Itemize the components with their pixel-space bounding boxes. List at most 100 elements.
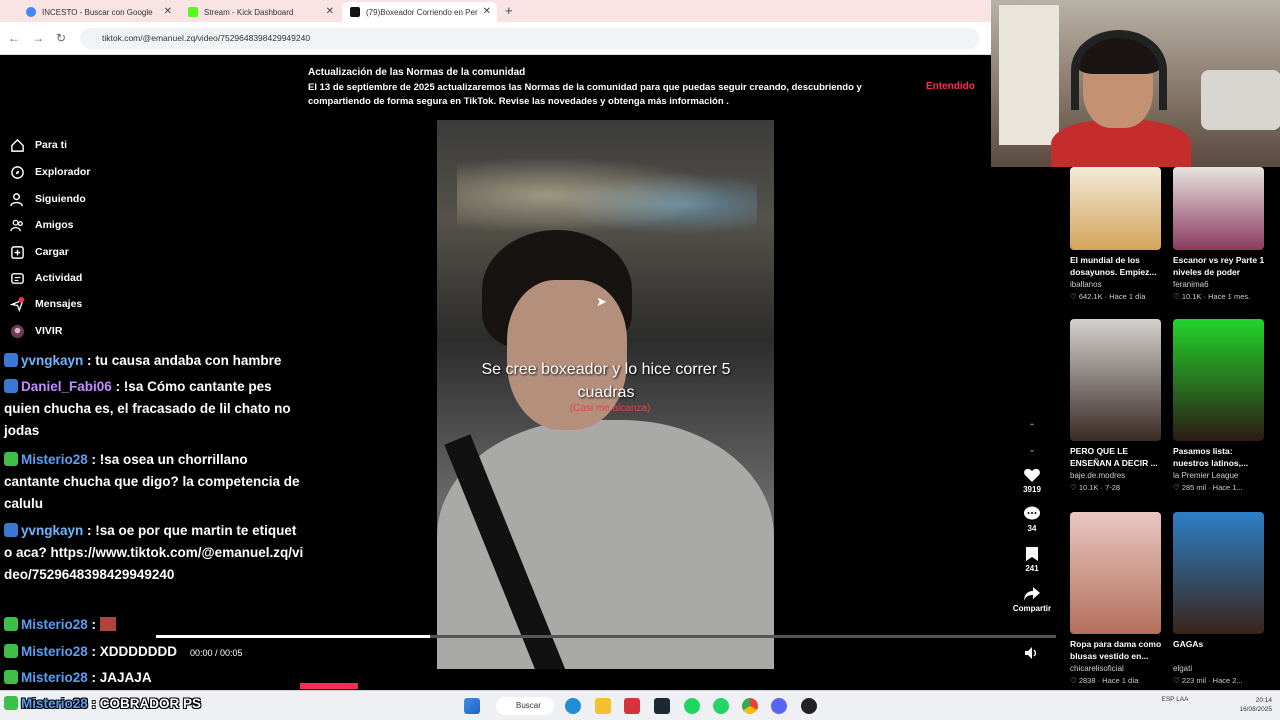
kick-favicon-icon <box>188 7 198 17</box>
prev-video-icon[interactable]: ⌃ <box>1025 416 1039 438</box>
sidebar-item-cargar[interactable]: Cargar <box>10 242 69 262</box>
card-likes: 2838 <box>1078 676 1096 685</box>
clock-date: 16/08/2025 <box>1239 706 1272 713</box>
tab-kick[interactable]: Stream - Kick Dashboard ✕ <box>180 2 340 22</box>
chat-text: : JAJAJA <box>91 670 152 685</box>
recommendation-card[interactable]: Pasamos lista: nuestros latinos,... la P… <box>1173 319 1268 492</box>
steam-icon[interactable] <box>654 698 670 714</box>
sidebar-item-siguiendo[interactable]: Siguiendo <box>10 189 86 209</box>
video-caption: Se cree boxeador y lo hice correr 5 cuad… <box>481 361 731 401</box>
comment-button[interactable]: 34 <box>1010 506 1054 533</box>
tab-tiktok[interactable]: (79)Boxeador Corriendo en Per ✕ <box>342 2 497 22</box>
webcam-overlay <box>991 0 1280 167</box>
card-meta: ♡ 10.1K · Hace 1 mes. <box>1173 292 1251 301</box>
clock-time: 20:14 <box>1255 697 1272 704</box>
chat-message: yvngkayn : !sa oe por que martin te etiq… <box>4 520 304 586</box>
sidebar-item-label: Explorador <box>35 166 91 178</box>
chat-message: Misterio28 : JAJAJA <box>4 667 304 689</box>
chat-message: Misterio28 : XDDDDDDD <box>4 641 304 663</box>
card-time: Hace 1... <box>1212 483 1243 492</box>
chat-badge-icon <box>4 617 18 631</box>
sidebar-item-label: Para ti <box>35 139 68 151</box>
sidebar-item-para-ti[interactable]: Para ti <box>10 135 67 155</box>
sidebar-item-actividad[interactable]: Actividad <box>10 268 82 288</box>
card-title: Pasamos lista: nuestros latinos,... <box>1173 446 1249 468</box>
upload-icon <box>11 245 24 259</box>
heart-icon <box>1024 468 1040 482</box>
like-button[interactable]: 3919 <box>1010 467 1054 494</box>
file-explorer-icon[interactable] <box>595 698 611 714</box>
close-tab-icon[interactable]: ✕ <box>483 6 491 17</box>
chrome-icon[interactable] <box>742 698 758 714</box>
next-video-icon[interactable]: ⌄ <box>1025 438 1039 460</box>
bookmark-icon <box>1026 547 1038 561</box>
tab-label: Stream - Kick Dashboard <box>204 7 294 17</box>
card-meta: ♡ 10.1K · 7-28 <box>1070 483 1121 492</box>
messages-icon <box>10 296 25 312</box>
webcam-background-couch <box>1201 70 1280 130</box>
back-icon[interactable]: ← <box>8 31 20 45</box>
sidebar-item-explorador[interactable]: Explorador <box>10 162 90 182</box>
recommendation-card[interactable]: Ropa para dama como blusas vestido en...… <box>1070 512 1165 685</box>
obs-icon[interactable] <box>801 698 817 714</box>
recommendation-card[interactable]: PERO QUE LE ENSEÑAN A DECIR ... baje.de.… <box>1070 319 1165 492</box>
compass-icon <box>11 165 24 179</box>
close-tab-icon[interactable]: ✕ <box>164 6 172 17</box>
sidebar-item-vivir[interactable]: VIVIR <box>10 321 62 341</box>
chat-badge-icon <box>4 452 18 466</box>
chat-username: Misterio28 <box>21 670 88 685</box>
banner-accept-button[interactable]: Entendido <box>926 81 975 92</box>
language-indicator[interactable]: ESP LAA <box>1160 696 1190 704</box>
share-label: Compartir <box>1012 604 1052 613</box>
whatsapp-icon[interactable] <box>713 698 729 714</box>
recommendation-card[interactable]: Escanor vs rey Parte 1 niveles de poder … <box>1173 167 1268 301</box>
card-author: la Premier League <box>1173 471 1239 480</box>
sidebar-item-label: Mensajes <box>35 298 83 310</box>
card-title: GAGAs <box>1173 639 1204 649</box>
comment-icon <box>1024 506 1040 520</box>
discord-icon[interactable] <box>771 698 787 714</box>
chat-message: yvngkayn : tu causa andaba con hambre <box>4 350 304 372</box>
sidebar-item-label: Siguiendo <box>35 193 86 205</box>
close-tab-icon[interactable]: ✕ <box>326 6 334 17</box>
following-icon <box>10 192 23 206</box>
save-count: 241 <box>1025 564 1039 573</box>
edge-icon[interactable] <box>565 698 581 714</box>
app-icon[interactable] <box>624 698 640 714</box>
spotify-icon[interactable] <box>684 698 700 714</box>
save-button[interactable]: 241 <box>1010 546 1054 573</box>
sidebar-item-label: Actividad <box>35 272 83 284</box>
forward-icon[interactable]: → <box>32 31 44 45</box>
taskbar-clock[interactable]: 20:14 16/08/2025 <box>1226 696 1272 714</box>
windows-start-icon[interactable] <box>464 698 480 714</box>
sidebar-item-amigos[interactable]: Amigos <box>10 215 74 235</box>
chat-badge-icon <box>4 379 18 393</box>
volume-icon[interactable] <box>1024 646 1040 660</box>
chat-username: Daniel_Fabi06 <box>21 379 112 394</box>
chat-text: : XDDDDDDD <box>91 644 178 659</box>
recommendation-card[interactable]: El mundial de los dosayunos. Empiez... i… <box>1070 167 1165 301</box>
chat-text: : tu causa andaba con hambre <box>87 353 282 368</box>
chat-message: Misterio28 : COBRADOR PS <box>4 696 201 711</box>
chat-username: Misterio28 <box>21 696 88 711</box>
tab-google[interactable]: INCESTO - Buscar con Google ✕ <box>18 2 178 22</box>
recommendation-card[interactable]: GAGAs elgati ♡ 223 mil · Hace 2... <box>1173 512 1268 685</box>
friends-icon <box>10 219 23 231</box>
card-meta: ♡ 642.1K · Hace 1 día <box>1070 292 1146 301</box>
card-author: chicarelisoficial <box>1070 664 1124 673</box>
video-thumbnail <box>1173 319 1264 441</box>
card-meta: ♡ 285 mil · Hace 1... <box>1173 483 1243 492</box>
chat-badge-icon <box>4 670 18 684</box>
activity-icon <box>11 272 24 284</box>
street-lights <box>457 150 757 240</box>
share-button[interactable]: Compartir <box>1010 586 1054 613</box>
taskbar-search[interactable]: Buscar <box>496 697 554 715</box>
reload-icon[interactable]: ↻ <box>56 31 66 45</box>
follow-button[interactable] <box>300 683 358 689</box>
new-tab-icon[interactable]: + <box>505 3 513 18</box>
headset-icon <box>1071 30 1167 110</box>
card-author: baje.de.modres <box>1070 471 1126 480</box>
url-field[interactable]: tiktok.com/@emanuel.zq/video/75296483984… <box>80 28 980 49</box>
sidebar-item-mensajes[interactable]: Mensajes <box>10 294 82 314</box>
chat-username: Misterio28 <box>21 452 88 467</box>
